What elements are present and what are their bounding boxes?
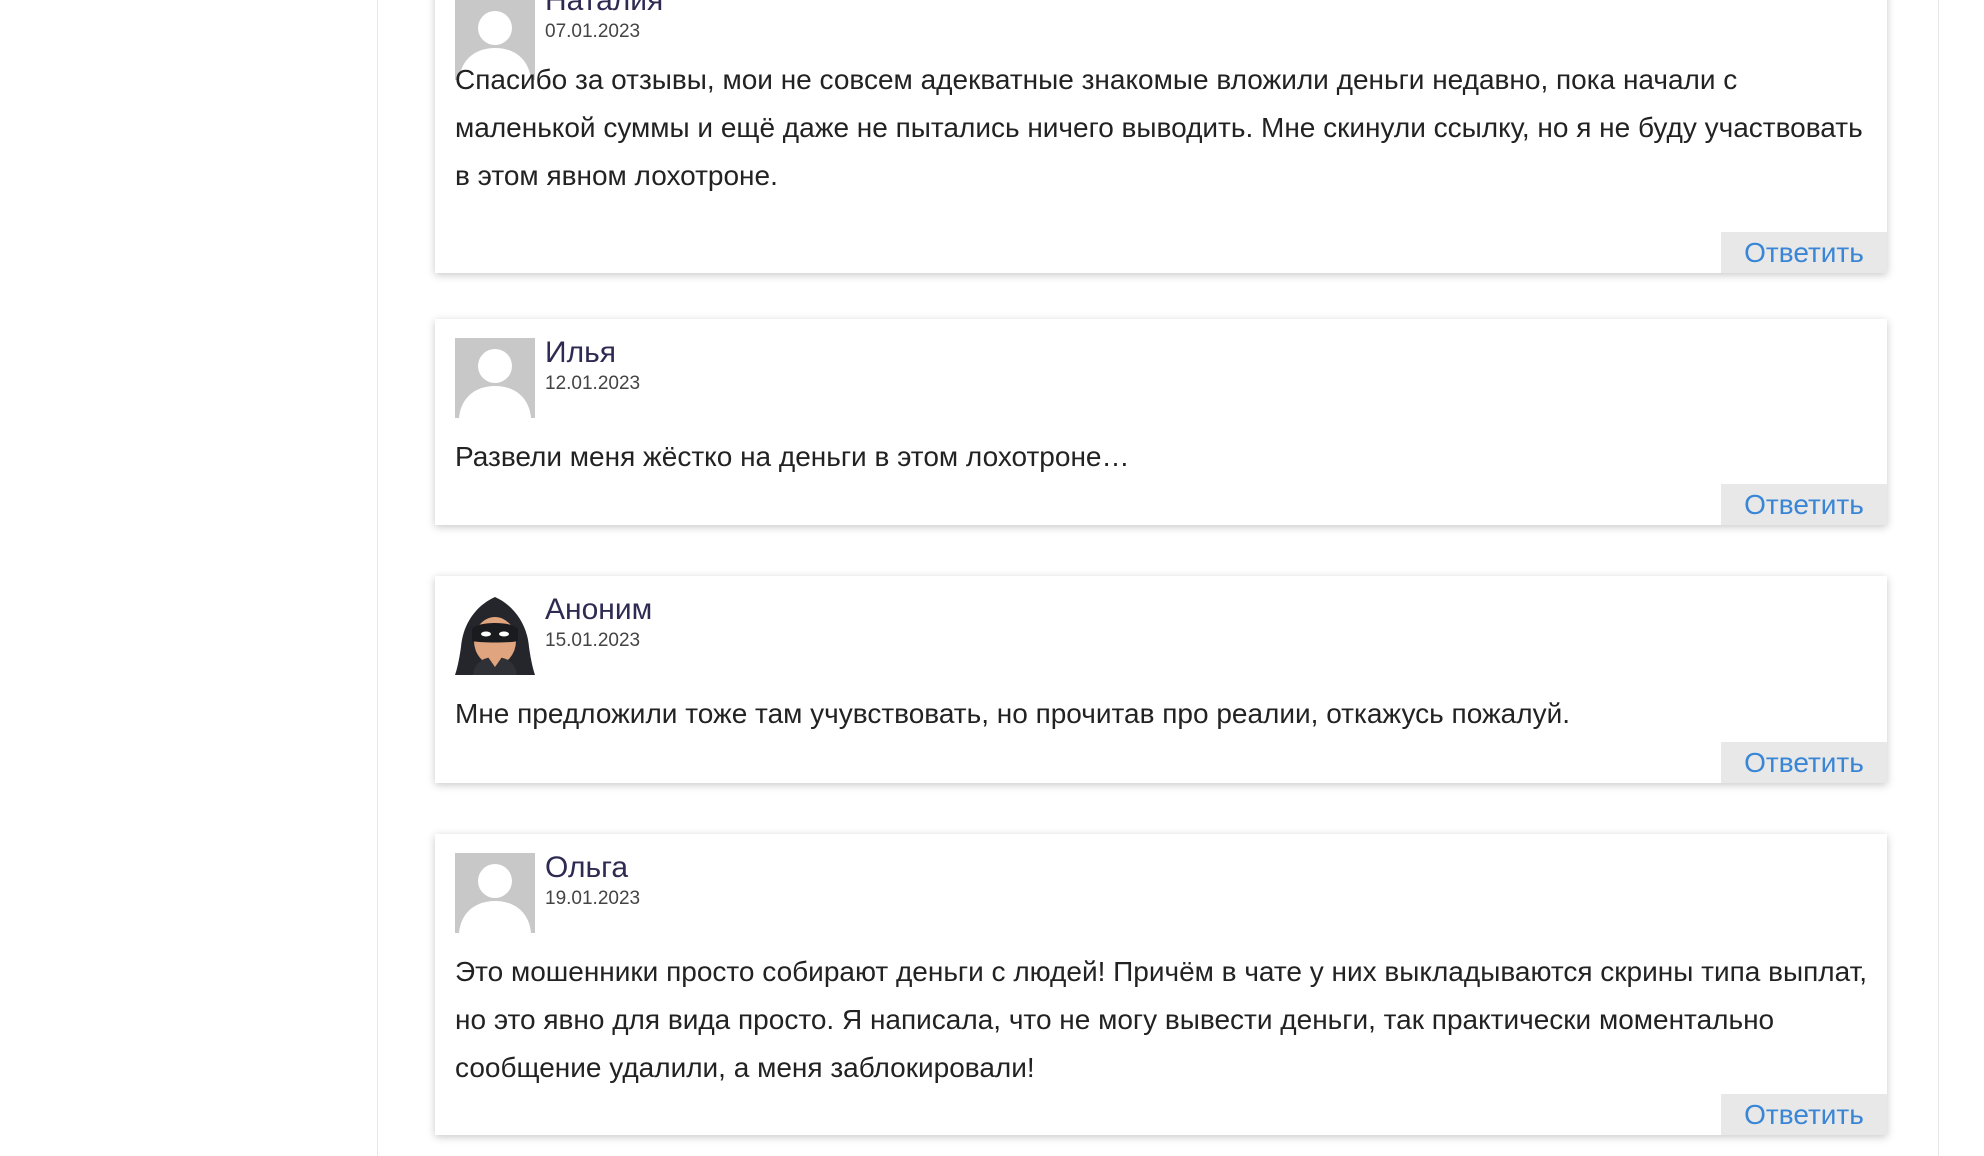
comment-card: Наталия 07.01.2023 Спасибо за отзывы, мо…	[435, 0, 1887, 273]
comment-text: Мне предложили тоже там учувствовать, но…	[455, 698, 1571, 729]
hooded-thief-avatar-icon	[455, 597, 535, 675]
reply-button[interactable]: Ответить	[1721, 232, 1887, 273]
comment-date: 15.01.2023	[545, 630, 641, 651]
comment-date: 07.01.2023	[545, 21, 641, 42]
default-avatar-icon	[455, 338, 535, 418]
comment-card: Илья 12.01.2023 Развели меня жёстко на д…	[435, 319, 1887, 525]
comment-card: Ольга 19.01.2023 Это мошенники просто со…	[435, 834, 1887, 1135]
comment-date: 12.01.2023	[545, 373, 641, 394]
reply-button[interactable]: Ответить	[1721, 1094, 1887, 1135]
comment-card: Аноним 15.01.2023 Мне предложили тоже та…	[435, 576, 1887, 783]
reply-button[interactable]: Ответить	[1721, 484, 1887, 525]
page: Наталия 07.01.2023 Спасибо за отзывы, мо…	[0, 0, 1984, 1156]
reply-button[interactable]: Ответить	[1721, 742, 1887, 783]
default-avatar-icon	[455, 853, 535, 933]
comment-date: 19.01.2023	[545, 888, 641, 909]
comment-text: Это мошенники просто собирают деньги с л…	[455, 956, 1868, 1083]
comment-text: Развели меня жёстко на деньги в этом лох…	[455, 441, 1130, 472]
comment-author[interactable]: Аноним	[545, 593, 652, 627]
comment-author[interactable]: Ольга	[545, 851, 628, 885]
comment-author[interactable]: Наталия	[545, 0, 663, 18]
comment-text: Спасибо за отзывы, мои не совсем адекват…	[455, 64, 1863, 191]
comment-author[interactable]: Илья	[545, 336, 616, 370]
